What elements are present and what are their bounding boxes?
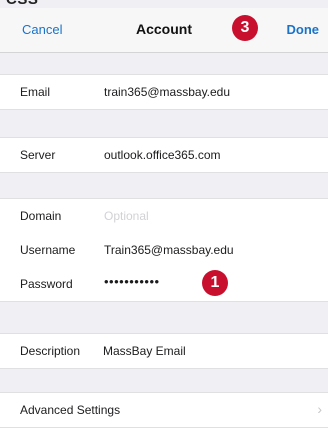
email-field[interactable]: train365@massbay.edu (104, 85, 230, 99)
server-label: Server (20, 148, 56, 162)
advanced-settings-label: Advanced Settings (20, 403, 121, 417)
page-title: Account (136, 21, 192, 37)
server-field[interactable]: outlook.office365.com (104, 148, 221, 162)
description-label: Description (20, 344, 81, 358)
email-group: Email train365@massbay.edu (0, 74, 328, 110)
navigation-bar: Cancel Account Done (0, 8, 328, 53)
description-row[interactable]: Description MassBay Email (0, 334, 328, 368)
domain-row[interactable]: Domain Optional (0, 199, 328, 233)
done-button[interactable]: Done (287, 22, 320, 37)
server-row[interactable]: Server outlook.office365.com (0, 138, 328, 172)
email-row[interactable]: Email train365@massbay.edu (0, 75, 328, 109)
credentials-group: Domain Optional Username Train365@massba… (0, 198, 328, 302)
password-field[interactable]: ••••••••••• (104, 274, 160, 289)
top-text-fragment: CSS (6, 0, 38, 8)
password-label: Password (20, 277, 73, 291)
username-label: Username (20, 243, 76, 257)
chevron-right-icon: › (317, 401, 322, 417)
username-row[interactable]: Username Train365@massbay.edu (0, 233, 328, 267)
domain-field[interactable]: Optional (104, 209, 149, 223)
description-group: Description MassBay Email (0, 333, 328, 369)
description-field[interactable]: MassBay Email (103, 344, 186, 358)
step-badge-3: 3 (232, 15, 258, 41)
password-row[interactable]: Password ••••••••••• (0, 267, 328, 301)
advanced-settings-row[interactable]: Advanced Settings › (0, 393, 328, 427)
email-label: Email (20, 85, 51, 99)
step-badge-1: 1 (202, 270, 228, 296)
domain-label: Domain (20, 209, 62, 223)
username-field[interactable]: Train365@massbay.edu (104, 243, 234, 257)
server-group: Server outlook.office365.com (0, 137, 328, 173)
